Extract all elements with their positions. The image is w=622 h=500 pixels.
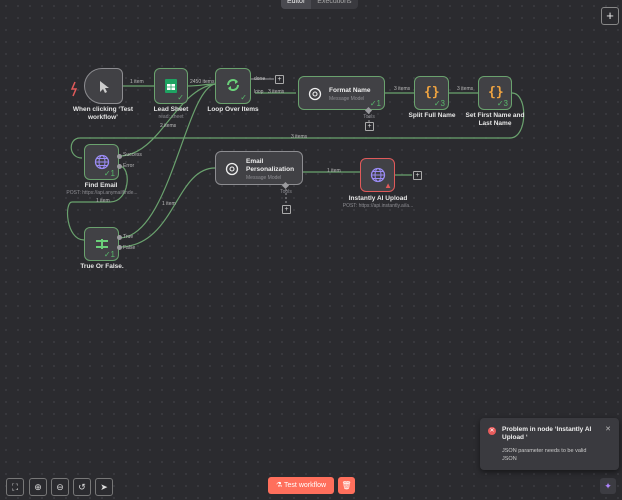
- instantly-add-button[interactable]: +: [413, 171, 422, 180]
- trash-icon: 🗑: [341, 481, 352, 490]
- set-count: 3: [503, 99, 508, 108]
- success-check-icon: ✓3: [496, 99, 508, 108]
- node-format-name-title: Format Name: [329, 87, 371, 94]
- google-sheets-icon: [165, 79, 177, 93]
- error-toast: ✕ Problem in node ‘Instantly AI Upload ‘…: [480, 418, 619, 470]
- edge-label-e10: 1 item: [327, 168, 341, 174]
- edge-label-e4: 3 items: [394, 86, 411, 92]
- email-tools-add-button[interactable]: +: [282, 205, 291, 214]
- code-braces-icon: {}: [424, 85, 440, 100]
- edge-label-e6: 3 items: [291, 134, 308, 140]
- node-split-label: Split Full Name: [408, 112, 456, 119]
- false-label: False: [123, 245, 136, 251]
- toast-title: Problem in node ‘Instantly AI Upload ‘: [502, 426, 592, 441]
- false-port[interactable]: [117, 245, 122, 250]
- warning-icon: ▲: [384, 181, 392, 190]
- ai-assistant-button[interactable]: ✦: [600, 478, 616, 494]
- find-email-success-port[interactable]: [117, 154, 122, 159]
- success-check-icon: ✓1: [369, 99, 381, 108]
- globe-icon: [94, 154, 110, 170]
- node-trigger[interactable]: [84, 68, 123, 104]
- node-find-email-label: Find Email: [84, 182, 118, 189]
- node-trigger-label: When clicking ‘Test workflow’: [72, 106, 134, 121]
- reset-zoom-button[interactable]: ↺: [73, 478, 91, 496]
- zoom-in-button[interactable]: ⊕: [29, 478, 47, 496]
- node-true-false[interactable]: ✓1: [84, 227, 119, 261]
- true-port[interactable]: [117, 235, 122, 240]
- close-icon[interactable]: ✕: [605, 425, 611, 433]
- loop-done-add-button[interactable]: +: [275, 75, 284, 84]
- trigger-bolt-icon: [70, 81, 78, 97]
- node-email-personalization[interactable]: Email Personalization Message Model: [215, 151, 303, 185]
- select-mode-button[interactable]: ➤: [95, 478, 113, 496]
- openai-icon: [308, 87, 322, 101]
- fit-view-button[interactable]: ⛶: [6, 478, 24, 496]
- edge-label-e1: 1 item: [130, 79, 144, 85]
- node-find-email[interactable]: ✓1: [84, 144, 119, 180]
- node-lead-sheet-sub: read: sheet: [158, 114, 184, 120]
- format-name-count: 1: [376, 99, 381, 108]
- format-tools-add-button[interactable]: +: [365, 122, 374, 131]
- node-lead-sheet[interactable]: ✓: [154, 68, 188, 104]
- toast-body: JSON parameter needs to be valid JSON: [502, 448, 587, 462]
- zoom-out-button[interactable]: ⊖: [51, 478, 69, 496]
- node-set-label: Set First Name and Last Name: [465, 112, 525, 127]
- edge-false-email: [118, 167, 216, 248]
- success-check-icon: ✓: [177, 93, 184, 102]
- node-instantly-label: Instantly AI Upload: [348, 195, 408, 202]
- openai-icon: [225, 162, 239, 176]
- edge-label-loop-done: done: [254, 76, 266, 82]
- true-label: True: [123, 234, 134, 240]
- clear-execution-button[interactable]: 🗑: [338, 477, 355, 494]
- format-tools-label: Tools: [363, 114, 375, 120]
- node-loop-label: Loop Over Items: [207, 106, 259, 113]
- node-true-false-label: True Or False.: [80, 263, 124, 270]
- edge-label-e9: 1 item: [162, 201, 176, 207]
- node-loop[interactable]: ✓: [215, 68, 251, 104]
- test-workflow-label: Test workflow: [284, 482, 327, 489]
- find-email-success-label: Success: [123, 152, 142, 158]
- node-instantly-sub: POST: https://api.instantly.ai/a...: [342, 203, 414, 209]
- error-icon: ✕: [488, 427, 496, 435]
- find-email-error-label: Error: [123, 163, 135, 169]
- edge-label-loop-loop: loop: [254, 89, 264, 95]
- if-icon: [96, 239, 108, 249]
- node-email-sub: Message Model: [246, 175, 282, 181]
- node-split-full-name[interactable]: {} ✓3: [414, 76, 449, 110]
- edge-label-e3: 3 items: [268, 89, 285, 95]
- true-false-count: 1: [110, 250, 115, 259]
- flask-icon: ⚗: [275, 482, 285, 489]
- code-braces-icon: {}: [488, 85, 504, 100]
- test-workflow-button[interactable]: ⚗ Test workflow: [268, 477, 334, 494]
- node-lead-sheet-label: Lead Sheet: [153, 106, 189, 113]
- find-email-error-port[interactable]: [117, 164, 122, 169]
- node-email-title: Email Personalization: [246, 158, 295, 173]
- cursor-icon: [100, 81, 109, 93]
- success-check-icon: ✓3: [433, 99, 445, 108]
- success-check-icon: ✓1: [103, 169, 115, 178]
- edge-label-e7: 2 items: [160, 123, 177, 129]
- node-instantly-upload[interactable]: ▲: [360, 158, 395, 192]
- success-check-icon: ✓1: [103, 250, 115, 259]
- email-tools-label: Tools: [280, 189, 292, 195]
- node-format-name-sub: Message Model: [329, 96, 365, 102]
- node-set-names[interactable]: {} ✓3: [478, 76, 512, 110]
- find-email-count: 1: [110, 169, 115, 178]
- edge-label-e8: 1 item: [96, 198, 110, 204]
- node-format-name[interactable]: Format Name Message Model ✓1: [298, 76, 385, 110]
- success-check-icon: ✓: [240, 93, 247, 102]
- edge-label-e5: 3 items: [457, 86, 474, 92]
- edge-label-e2: 2450 items: [190, 79, 215, 85]
- loop-icon: [227, 79, 239, 91]
- split-count: 3: [440, 99, 445, 108]
- node-find-email-sub: POST: https://api.anymailfinde...: [66, 190, 138, 196]
- sparkle-icon: ✦: [604, 481, 612, 491]
